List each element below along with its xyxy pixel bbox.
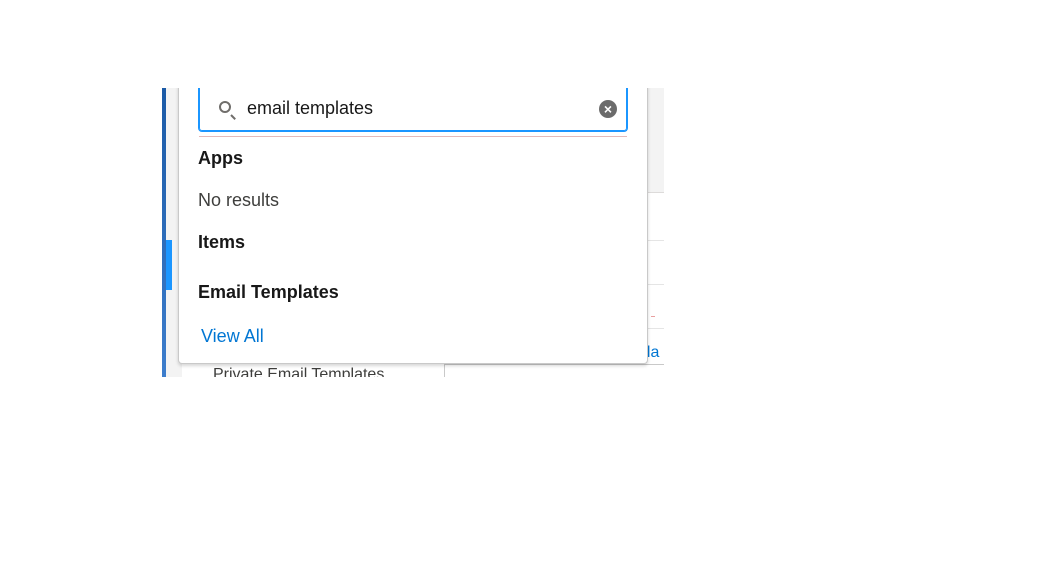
view-all-link[interactable]: View All	[201, 326, 264, 347]
search-icon	[219, 101, 231, 113]
folder-list-item-private-email-templates[interactable]: Private Email Templates	[213, 366, 384, 377]
apps-section-heading: Apps	[198, 148, 243, 168]
focus-artifact	[651, 316, 655, 317]
items-section-heading: Items	[198, 232, 246, 252]
app-viewport: e pla Private Email Templates email temp…	[162, 88, 664, 377]
apps-no-results: No results	[198, 190, 280, 210]
search-result-email-templates[interactable]: Email Templates	[198, 282, 339, 303]
search-input-value[interactable]: email templates	[247, 98, 373, 119]
clear-icon[interactable]: ×	[599, 100, 617, 118]
global-search-input[interactable]: email templates ×	[198, 88, 628, 137]
side-nav-active-indicator	[166, 240, 172, 290]
list-view-panel-edge	[444, 364, 664, 377]
screen: e pla Private Email Templates email temp…	[0, 0, 1057, 578]
global-search-dropdown: email templates × Apps No results Items …	[178, 88, 655, 364]
